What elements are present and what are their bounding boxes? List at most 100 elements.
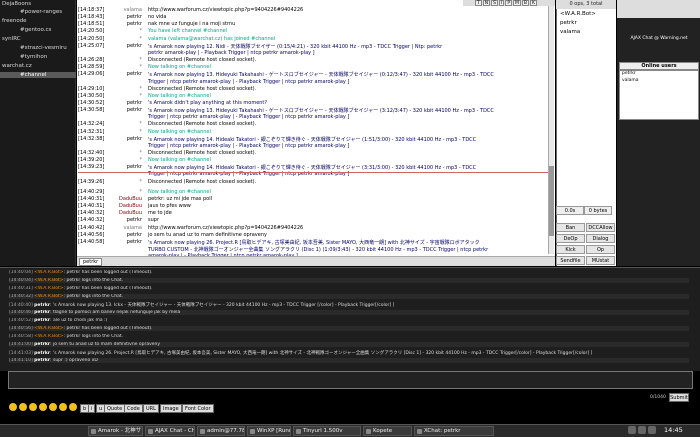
- taskbar-button[interactable]: Kopete: [363, 426, 412, 436]
- tree-item-8[interactable]: #channel: [0, 72, 76, 78]
- log-nick[interactable]: petrkr: [34, 342, 50, 347]
- nick[interactable]: petrkr: [108, 43, 142, 49]
- nick[interactable]: petrkr: [108, 100, 142, 106]
- message-input[interactable]: [8, 371, 693, 389]
- user-action-button[interactable]: Dialog: [586, 234, 615, 243]
- log-nick[interactable]: <W.A.R.Bot>: [34, 294, 63, 299]
- tree-item-5[interactable]: #strazci-vesmiru: [20, 45, 67, 51]
- taskbar-button[interactable]: AJAX Chat - Ch: [145, 426, 195, 436]
- log-nick[interactable]: <W.A.R.Bot>: [34, 334, 63, 339]
- scroll-thumb[interactable]: [549, 166, 554, 236]
- smiley-icon[interactable]: [19, 403, 27, 411]
- log-nick[interactable]: <W.A.R.Bot>: [34, 270, 63, 275]
- log-nick[interactable]: <W.A.R.Bot>: [34, 326, 63, 331]
- nick[interactable]: *: [108, 93, 143, 99]
- nick[interactable]: petrkr: [108, 14, 142, 20]
- nick[interactable]: petrkr: [108, 239, 142, 245]
- nick[interactable]: petrkr: [108, 164, 142, 170]
- nick[interactable]: petrkr: [108, 136, 142, 142]
- log-nick[interactable]: <W.A.R.Bot>: [34, 286, 63, 291]
- mode-button-3[interactable]: I: [498, 0, 505, 6]
- mode-button-6[interactable]: B: [521, 0, 530, 6]
- tree-item-7[interactable]: warchat.cz: [2, 63, 32, 69]
- log-nick[interactable]: petrkr: [34, 351, 50, 356]
- tree-item-0[interactable]: Deja8oons: [2, 1, 31, 7]
- nick[interactable]: DaduBuu: [108, 196, 142, 202]
- nick[interactable]: *: [108, 121, 143, 127]
- user-action-button[interactable]: Sendfile: [556, 256, 585, 265]
- nick[interactable]: *: [108, 150, 143, 156]
- bbcode-button[interactable]: Font Color: [182, 404, 214, 413]
- nick[interactable]: *: [108, 64, 143, 70]
- taskbar-button[interactable]: Amarok - 北神サ: [88, 426, 143, 436]
- user-action-button[interactable]: Op: [586, 245, 615, 254]
- bbcode-button[interactable]: Code: [124, 404, 143, 413]
- nick-tab[interactable]: petrkr: [79, 258, 103, 266]
- tree-item-2[interactable]: freenode: [2, 18, 27, 24]
- mode-button-7[interactable]: K: [530, 0, 537, 6]
- nick[interactable]: *: [108, 57, 143, 63]
- nick[interactable]: *: [108, 179, 143, 185]
- tree-item-3[interactable]: #gentoo.cs: [20, 27, 51, 33]
- smiley-icon[interactable]: [29, 403, 37, 411]
- log-line: [14:40:04] <W.A.R.Bot>: petrkr logs into…: [9, 278, 689, 283]
- mode-button-2[interactable]: S: [491, 0, 498, 6]
- mode-button-0[interactable]: T: [475, 0, 482, 6]
- bbcode-button[interactable]: Quote: [104, 404, 126, 413]
- message-text: 's Amarok now playing 13. Hideyuki Takah…: [148, 72, 494, 79]
- smiley-icon[interactable]: [59, 403, 67, 411]
- tree-item-6[interactable]: #tymihon: [20, 54, 47, 60]
- nick[interactable]: *: [108, 157, 143, 163]
- user-action-button[interactable]: Ban: [556, 223, 585, 232]
- user-list-item[interactable]: <W.A.R.Bot>: [560, 11, 596, 17]
- nick[interactable]: petrkr: [108, 21, 142, 27]
- nick[interactable]: *: [108, 189, 143, 195]
- nick[interactable]: *: [108, 86, 143, 92]
- smiley-icon[interactable]: [49, 403, 57, 411]
- taskbar-button[interactable]: admin@77.78.: [197, 426, 245, 436]
- mode-button-4[interactable]: P: [505, 0, 513, 6]
- network-icon[interactable]: [628, 426, 636, 434]
- nick[interactable]: valama: [108, 225, 142, 231]
- online-user[interactable]: valama: [622, 78, 639, 83]
- chat-scrollbar[interactable]: [548, 6, 554, 254]
- tree-item-1[interactable]: #power-ranges: [20, 9, 62, 15]
- tree-item-4[interactable]: synIRC: [2, 36, 21, 42]
- log-nick[interactable]: <W.A.R.Bot>: [34, 278, 63, 283]
- nick[interactable]: petrkr: [108, 217, 142, 223]
- nick[interactable]: DaduBuu: [108, 210, 142, 216]
- online-user[interactable]: petrkr: [622, 71, 636, 76]
- user-list-item[interactable]: petrkr: [560, 20, 577, 26]
- nick[interactable]: *: [108, 129, 143, 135]
- user-list-item[interactable]: valama: [560, 29, 580, 35]
- user-action-button[interactable]: DeOp: [556, 234, 585, 243]
- log-nick[interactable]: petrkr: [34, 358, 50, 363]
- user-action-button[interactable]: DCCAllow: [586, 223, 615, 232]
- battery-icon[interactable]: [648, 426, 656, 434]
- log-nick[interactable]: petrkr: [34, 310, 50, 315]
- nick[interactable]: valama: [108, 7, 142, 13]
- nick[interactable]: petrkr: [108, 71, 142, 77]
- taskbar-button[interactable]: WinXP [Runnin: [247, 426, 291, 436]
- user-action-button[interactable]: Kick: [556, 245, 585, 254]
- bbcode-button[interactable]: i: [88, 404, 96, 413]
- volume-icon[interactable]: [638, 426, 646, 434]
- nick[interactable]: DaduBuu: [108, 203, 142, 209]
- log-nick[interactable]: petrkr: [34, 303, 50, 308]
- bbcode-button[interactable]: Image: [160, 404, 182, 413]
- submit-button[interactable]: Submit: [669, 393, 689, 402]
- smiley-icon[interactable]: [69, 403, 77, 411]
- taskbar-button[interactable]: Tinyurl 1.500v: [293, 426, 361, 436]
- log-nick[interactable]: petrkr: [34, 318, 50, 323]
- mode-button-5[interactable]: M: [513, 0, 521, 6]
- mode-button-1[interactable]: N: [482, 0, 491, 6]
- nick[interactable]: petrkr: [108, 232, 142, 238]
- taskbar-button[interactable]: XChat: petrkr: [414, 426, 494, 436]
- bbcode-button[interactable]: URL: [143, 404, 159, 413]
- smiley-icon[interactable]: [39, 403, 47, 411]
- nick[interactable]: *: [108, 28, 143, 34]
- smiley-icon[interactable]: [9, 403, 17, 411]
- nick[interactable]: petrkr: [108, 107, 142, 113]
- nick[interactable]: *: [108, 36, 143, 42]
- user-action-button[interactable]: MUstat: [586, 256, 615, 265]
